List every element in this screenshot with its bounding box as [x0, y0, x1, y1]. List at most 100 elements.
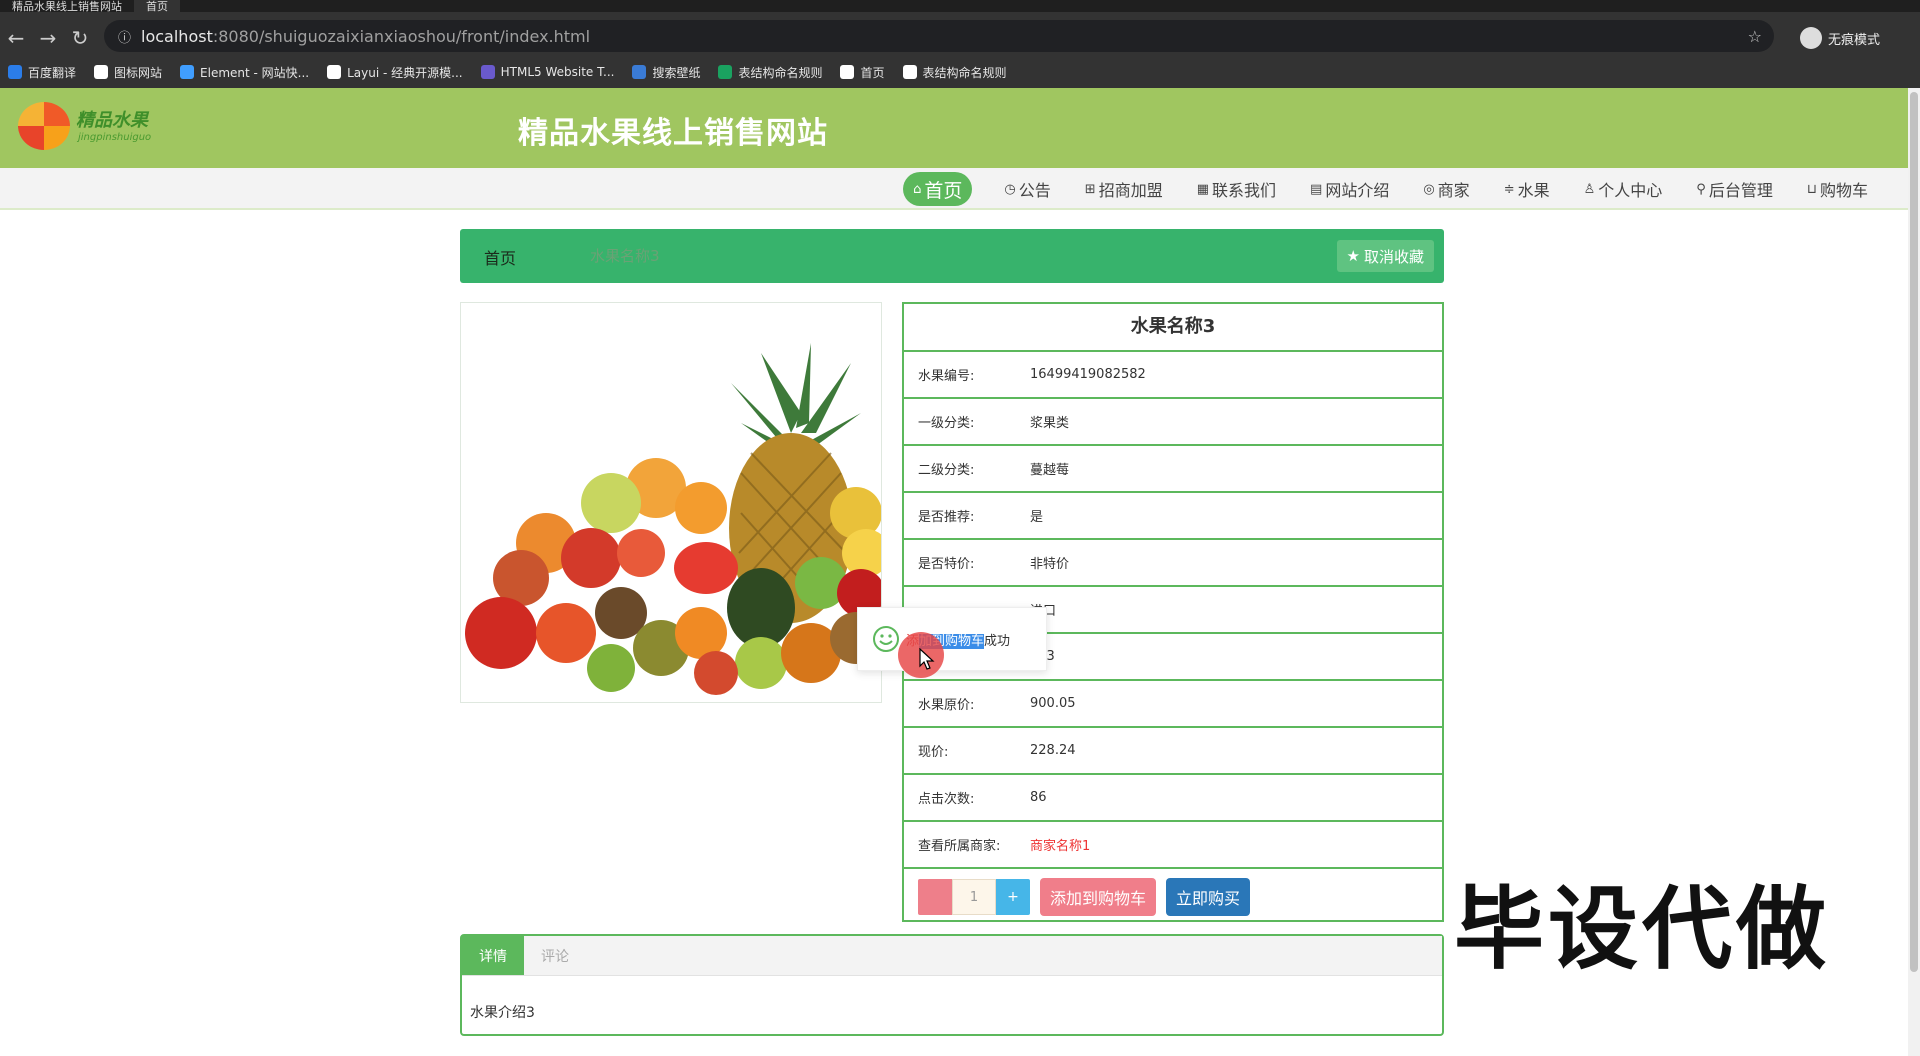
buy-now-button[interactable]: 立即购买 — [1166, 878, 1251, 916]
scrollbar-thumb[interactable] — [1910, 92, 1918, 972]
nav-item-label: 网站介绍 — [1325, 181, 1390, 200]
tab-details[interactable]: 详情 — [462, 936, 524, 975]
bookmark-item[interactable]: 表结构命名规则 — [902, 64, 1007, 81]
bookmark-favicon-icon — [718, 65, 733, 79]
address-bar[interactable]: ⓘ localhost:8080/shuiguozaixianxiaoshou/… — [104, 20, 1774, 52]
detail-row: 查看所属商家: 商家名称1 — [904, 822, 1442, 869]
url-text: localhost:8080/shuiguozaixianxiaoshou/fr… — [141, 26, 591, 46]
contact-icon: ▦ — [1196, 181, 1209, 197]
incognito-profile[interactable]: 无痕模式 — [1799, 24, 1880, 52]
bookmark-label: HTML5 Website T... — [500, 65, 615, 79]
bookmark-item[interactable]: 搜索壁纸 — [632, 64, 700, 81]
notice-icon: ◷ — [1004, 181, 1016, 197]
nav-item[interactable]: ◎ 商家 — [1421, 172, 1471, 206]
detail-row: 现价: 228.24 — [904, 728, 1442, 775]
page-scrollbar[interactable] — [1908, 88, 1920, 1056]
main-nav: ⌂ 首页 ◷ 公告 ⊞ 招商加盟 ▦ 联系我们 ▤ 网站介绍 ◎ 商家 ≑ 水果 ♙ 个人中心 ⚲ 后台管理 ⊔ 购物… — [0, 168, 1908, 210]
bookmark-favicon-icon — [480, 65, 495, 79]
bookmark-label: 百度翻译 — [28, 65, 77, 80]
detail-row: 一级分类: 浆果类 — [904, 399, 1442, 446]
nav-item-label: 联系我们 — [1212, 181, 1277, 200]
site-logo[interactable]: 精品水果 jingpinshuiguo — [18, 98, 168, 154]
detail-value: 蔓越莓 — [1030, 463, 1070, 478]
detail-row: 水果编号: 16499419082582 — [904, 352, 1442, 399]
tab-header: 详情 评论 — [462, 936, 1442, 976]
nav-item[interactable]: ⊔ 购物车 — [1805, 172, 1870, 206]
bookmark-label: 首页 — [860, 65, 885, 80]
bookmark-star-icon[interactable]: ☆ — [1748, 27, 1762, 46]
detail-value: 是 — [1030, 510, 1044, 525]
detail-label: 水果编号: — [918, 369, 975, 384]
quantity-increment-button[interactable]: + — [996, 879, 1030, 915]
nav-item-label: 后台管理 — [1708, 181, 1773, 200]
bookmark-item[interactable]: 图标网站 — [94, 64, 162, 81]
detail-value: 228.24 — [1030, 743, 1076, 758]
breadcrumb: 首页 水果名称3 ★ 取消收藏 — [460, 229, 1444, 283]
bookmark-item[interactable]: HTML5 Website T... — [480, 65, 615, 79]
filter-icon: ≑ — [1503, 181, 1515, 197]
shop-icon: ◎ — [1423, 181, 1435, 197]
detail-label: 一级分类: — [918, 416, 975, 431]
nav-item[interactable]: ▦ 联系我们 — [1195, 172, 1278, 206]
nav-item[interactable]: ≑ 水果 — [1502, 172, 1552, 206]
watermark-text: 毕设代做 — [1453, 876, 1830, 984]
nav-item[interactable]: ♙ 个人中心 — [1582, 172, 1665, 206]
merchant-link[interactable]: 商家名称1 — [1030, 835, 1090, 854]
quantity-decrement-button[interactable] — [918, 879, 952, 915]
forward-arrow-icon[interactable]: → — [32, 26, 64, 50]
unfavorite-label: 取消收藏 — [1363, 247, 1424, 266]
bookmarks-bar: 百度翻译 图标网站 Element - 网站快... Layui - 经典开源模...… — [0, 56, 1920, 88]
bookmark-item[interactable]: 表结构命名规则 — [718, 64, 822, 81]
detail-label: 是否特价: — [918, 557, 975, 572]
logo-text: 精品水果 — [76, 110, 148, 131]
nav-item[interactable]: ▤ 网站介绍 — [1308, 172, 1391, 206]
detail-label: 水果原价: — [918, 698, 975, 713]
bookmark-label: Element - 网站快... — [200, 65, 310, 80]
breadcrumb-current: 水果名称3 — [590, 247, 660, 265]
detail-row: 是否特价: 非特价 — [904, 540, 1442, 587]
detail-row: 水果原价: 900.05 — [904, 681, 1442, 728]
nav-item[interactable]: ◷ 公告 — [1002, 172, 1052, 206]
bookmark-favicon-icon — [180, 65, 195, 79]
detail-label: 是否推荐: — [918, 510, 975, 525]
fruit-logo-icon — [18, 102, 70, 150]
tab-content: 水果介绍3 — [470, 1005, 535, 1021]
unfavorite-button[interactable]: ★ 取消收藏 — [1336, 240, 1434, 272]
bookmark-item[interactable]: Layui - 经典开源模... — [327, 64, 463, 81]
browser-tab-strip: 精品水果线上销售网站 首页 — [0, 0, 1920, 13]
bookmark-favicon-icon — [327, 65, 342, 79]
reload-icon[interactable]: ↻ — [64, 26, 96, 50]
breadcrumb-home-link[interactable]: 首页 — [484, 245, 516, 269]
add-to-cart-button[interactable]: 添加到购物车 — [1040, 878, 1157, 916]
bookmark-label: 搜索壁纸 — [652, 65, 701, 80]
product-image — [460, 302, 882, 703]
profile-label: 无痕模式 — [1827, 32, 1880, 48]
bookmark-favicon-icon — [632, 65, 647, 79]
bookmark-label: 图标网站 — [114, 65, 163, 80]
quantity-input[interactable]: 1 — [952, 879, 996, 915]
browser-tab-home[interactable]: 首页 — [134, 0, 180, 13]
link-icon: ⚲ — [1696, 181, 1706, 197]
bookmark-item[interactable]: Element - 网站快... — [180, 64, 309, 81]
incognito-icon — [1799, 27, 1822, 49]
detail-label: 二级分类: — [918, 463, 975, 478]
detail-row: 是否推荐: 是 — [904, 493, 1442, 540]
purchase-controls: 1 + 添加到购物车 立即购买 — [904, 869, 1442, 925]
nav-item[interactable]: ⌂ 首页 — [903, 172, 973, 206]
site-header: 精品水果 jingpinshuiguo 精品水果线上销售网站 — [0, 88, 1908, 168]
bookmark-item[interactable]: 百度翻译 — [8, 64, 76, 81]
nav-item-label: 招商加盟 — [1098, 181, 1163, 200]
tab-comments[interactable]: 评论 — [524, 936, 586, 975]
apps-icon: ▤ — [1310, 181, 1323, 197]
browser-tab-site[interactable]: 精品水果线上销售网站 — [0, 0, 134, 13]
detail-row: 点击次数: 86 — [904, 775, 1442, 822]
mouse-cursor-icon — [919, 648, 935, 670]
nav-item[interactable]: ⊞ 招商加盟 — [1083, 172, 1165, 206]
nav-item[interactable]: ⚲ 后台管理 — [1694, 172, 1775, 206]
logo-subtext: jingpinshuiguo — [78, 132, 152, 143]
bookmark-label: 表结构命名规则 — [922, 65, 1007, 80]
detail-value: 16499419082582 — [1030, 367, 1146, 382]
back-arrow-icon[interactable]: ← — [0, 26, 32, 50]
bookmark-item[interactable]: 首页 — [840, 64, 885, 81]
detail-label: 现价: — [918, 745, 949, 760]
